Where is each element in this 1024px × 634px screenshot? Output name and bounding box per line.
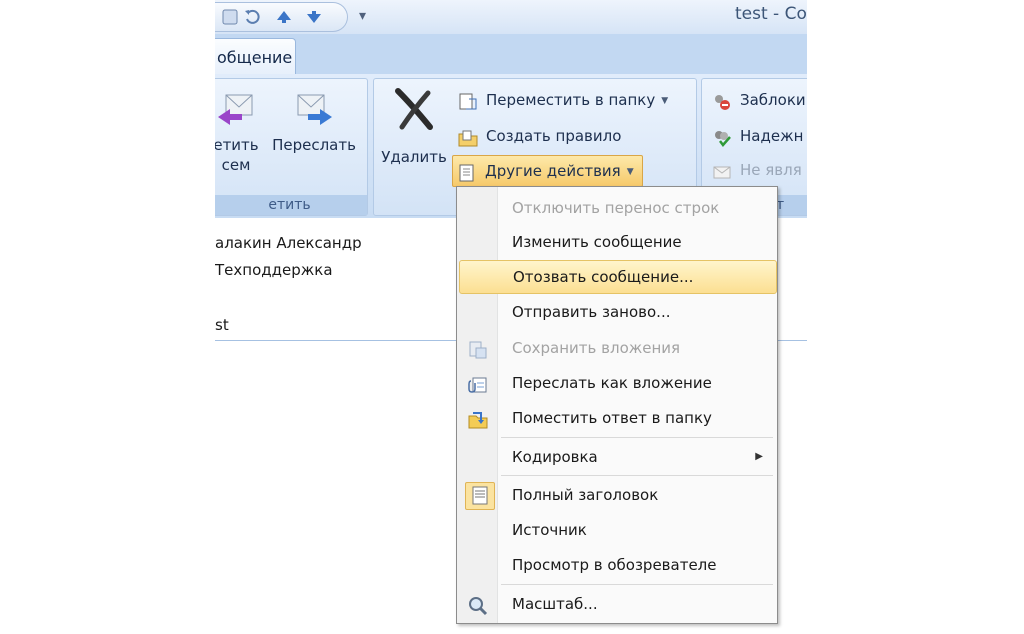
forward-attachment-icon (467, 373, 489, 393)
menu-item-forward-as-attachment[interactable]: Переслать как вложение (459, 366, 775, 400)
menu-separator (501, 584, 773, 585)
not-junk-icon (712, 161, 732, 179)
outlook-window: ▾ test - Co общение етить сем Переслать … (215, 0, 807, 634)
menu-item-zoom[interactable]: Масштаб... (459, 587, 775, 621)
safe-sender-label: Надежн (740, 127, 804, 145)
move-to-folder-icon (458, 91, 478, 110)
menu-item-encoding[interactable]: Кодировка ▶ (459, 440, 775, 474)
create-rule-label: Создать правило (486, 127, 622, 145)
safe-sender-button[interactable]: Надежн (708, 121, 803, 151)
block-sender-label: Заблоки (740, 91, 806, 109)
forward-button[interactable]: Переслать (268, 87, 360, 155)
customize-toolbar-icon[interactable]: ▾ (359, 5, 373, 27)
menu-item-full-header[interactable]: Полный заголовок (459, 478, 775, 512)
menu-separator (501, 437, 773, 438)
dropdown-arrow-icon: ▼ (661, 95, 669, 106)
create-rule-button[interactable]: Создать правило (454, 121, 621, 151)
reply-all-label-line2: сем (221, 156, 251, 174)
respond-group-label: етить (215, 195, 367, 215)
header-icon (465, 482, 495, 510)
menu-item-edit-message[interactable]: Изменить сообщение (459, 225, 775, 259)
menu-separator (501, 475, 773, 476)
message-from: алакин Александр (215, 234, 362, 252)
save-attachments-icon (467, 338, 489, 359)
move-to-folder-label: Переместить в папку (486, 91, 656, 109)
reply-all-label-line1: етить (215, 136, 259, 154)
dropdown-arrow-icon: ▼ (626, 166, 634, 177)
menu-item-label: Масштаб... (512, 595, 598, 613)
quick-access-pill (215, 2, 348, 32)
menu-item-resend[interactable]: Отправить заново... (459, 295, 775, 329)
tab-message[interactable]: общение (215, 38, 296, 75)
forward-icon (294, 87, 334, 127)
menu-item-recall-message[interactable]: Отозвать сообщение... (459, 260, 777, 294)
menu-item-source[interactable]: Источник (459, 513, 775, 547)
zoom-icon (467, 594, 489, 616)
undo-icon[interactable] (241, 8, 263, 30)
menu-item-label: Поместить ответ в папку (512, 409, 712, 427)
delete-icon (394, 87, 434, 130)
menu-item-label: Полный заголовок (512, 486, 659, 504)
quick-access-toolbar: ▾ test - Co (215, 0, 807, 35)
other-actions-button[interactable]: Другие действия ▼ (452, 155, 643, 187)
delete-button[interactable]: Удалить (378, 87, 450, 167)
safe-sender-icon (712, 127, 732, 147)
menu-item-label: Просмотр в обозревателе (512, 556, 717, 574)
save-icon[interactable] (219, 8, 241, 30)
not-junk-button[interactable]: Не явля (708, 155, 802, 185)
menu-item-save-attachments[interactable]: Сохранить вложения (459, 331, 775, 365)
submenu-arrow-icon: ▶ (755, 451, 763, 462)
menu-item-view-in-browser[interactable]: Просмотр в обозревателе (459, 548, 775, 582)
ribbon-tabs: общение (215, 34, 807, 75)
menu-item-label: Переслать как вложение (512, 374, 712, 392)
not-junk-label: Не явля (740, 161, 802, 179)
menu-item-reply-to-folder[interactable]: Поместить ответ в папку (459, 401, 775, 435)
block-sender-button[interactable]: Заблоки (708, 85, 806, 115)
menu-item-label: Отозвать сообщение... (513, 268, 694, 286)
menu-item-label: Изменить сообщение (512, 233, 682, 251)
reply-folder-icon (467, 408, 489, 429)
other-actions-icon (457, 162, 477, 182)
previous-item-icon[interactable] (273, 8, 295, 30)
reply-all-button[interactable]: етить сем (215, 87, 266, 175)
next-item-icon[interactable] (303, 8, 325, 30)
message-subject: st (215, 316, 229, 334)
other-actions-menu: Отключить перенос строк Изменить сообщен… (456, 186, 778, 624)
reply-all-label: етить сем (215, 135, 266, 175)
respond-group: етить сем Переслать етить (215, 78, 368, 216)
move-to-folder-button[interactable]: Переместить в папку ▼ (454, 85, 668, 115)
menu-item-label: Отправить заново... (512, 303, 671, 321)
menu-item-label: Сохранить вложения (512, 339, 681, 357)
message-to: Техподдержка (215, 261, 333, 279)
tab-label: общение (217, 48, 293, 67)
other-actions-label: Другие действия (485, 162, 621, 180)
menu-item-label: Кодировка (512, 448, 598, 466)
create-rule-icon (458, 127, 478, 147)
menu-item-label: Источник (512, 521, 587, 539)
forward-label: Переслать (272, 136, 356, 154)
reply-all-icon (216, 87, 256, 127)
menu-item-disable-word-wrap[interactable]: Отключить перенос строк (459, 191, 775, 225)
block-sender-icon (712, 91, 732, 110)
window-title: test - Co (735, 4, 807, 24)
menu-item-label: Отключить перенос строк (512, 199, 720, 217)
delete-label: Удалить (381, 148, 447, 166)
